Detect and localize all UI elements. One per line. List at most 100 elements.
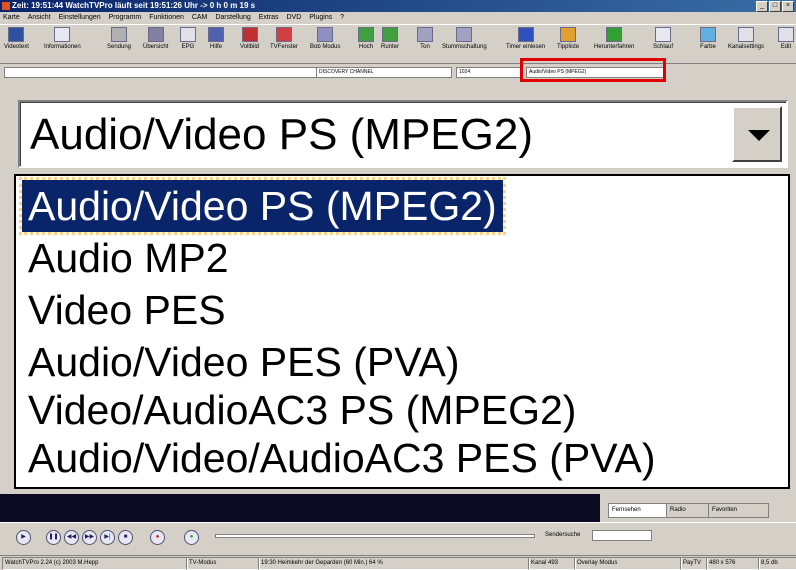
format-option-av-pes-pva[interactable]: Audio/Video PES (PVA) — [22, 336, 466, 388]
format-option-video-ac3-ps[interactable]: Video/AudioAC3 PS (MPEG2) — [22, 384, 582, 436]
epg-button[interactable]: EPG — [180, 27, 196, 50]
forward-icon[interactable]: ▶▶ — [82, 530, 97, 545]
tab-favoriten[interactable]: Favoriten — [708, 503, 769, 518]
overview-icon — [147, 27, 164, 42]
herunterfahren-button[interactable]: Herunterfahren — [594, 27, 634, 50]
fullscreen-icon — [241, 27, 258, 42]
edit-icon — [778, 27, 794, 42]
toolbar-label: Schlauf — [653, 44, 674, 50]
uebersicht-button[interactable]: Übersicht — [143, 27, 168, 50]
toolbar-label: Sendung — [107, 44, 132, 50]
format-option-av-ac3-pes-pva[interactable]: Audio/Video/AudioAC3 PES (PVA) — [22, 432, 662, 484]
timer-einlesen-button[interactable]: Timer einlesen — [506, 27, 545, 50]
bob-modus-button[interactable]: Bob Modus — [310, 27, 340, 50]
channel-settings-icon — [738, 27, 755, 42]
menu-dvd[interactable]: DVD — [287, 14, 302, 21]
toolbar-label: Ton — [420, 44, 430, 50]
highlight-frame — [520, 58, 666, 82]
playback-controls: ▶ ❚❚ ◀◀ ▶▶ ▶| ■ ● ● Sendersuche — [0, 522, 796, 550]
play-icon[interactable]: ▶ — [16, 530, 31, 545]
menu-programm[interactable]: Programm — [109, 14, 142, 21]
program-icon — [111, 27, 128, 42]
code-select[interactable]: 1024 — [456, 67, 522, 78]
status-channel: Kanal 493 — [528, 557, 576, 570]
tvfenster-button[interactable]: TVFenster — [270, 27, 298, 50]
menu-karte[interactable]: Karte — [3, 14, 20, 21]
format-options-list: Audio/Video PS (MPEG2) Audio MP2 Video P… — [14, 174, 790, 489]
format-select[interactable]: Audio/Video PS (MPEG2) — [18, 100, 788, 168]
toolbar-label: Runter — [381, 44, 400, 50]
toolbar-label: Hilfe — [209, 44, 222, 50]
toolbar-label: Informationen — [44, 44, 81, 50]
sound-icon — [417, 27, 433, 42]
sendung-button[interactable]: Sendung — [107, 27, 131, 50]
sendersuche-input[interactable] — [592, 530, 652, 541]
record-icon[interactable]: ● — [150, 530, 165, 545]
chevron-down-icon — [748, 130, 770, 141]
status-mode: TV-Modus — [186, 557, 260, 570]
stummschaltung-button[interactable]: Stummschaltung — [442, 27, 487, 50]
status-bar: WatchTVPro 2.24 (c) 2003 M.Hepp TV-Modus… — [0, 555, 796, 570]
kanalsettings-button[interactable]: Kanalsettings — [728, 27, 764, 50]
pause-icon[interactable]: ❚❚ — [46, 530, 61, 545]
window-title: Zeit: 19:51:44 WatchTVPro läuft seit 19:… — [12, 1, 256, 10]
rewind-icon[interactable]: ◀◀ — [64, 530, 79, 545]
menu-bar: Karte Ansicht Einstellungen Programm Fun… — [0, 12, 796, 23]
sendersuche-label: Sendersuche — [545, 532, 581, 538]
edit-button[interactable]: Edit — [778, 27, 794, 50]
format-select-value: Audio/Video PS (MPEG2) — [30, 110, 533, 159]
format-option-av-ps[interactable]: Audio/Video PS (MPEG2) — [19, 177, 506, 235]
tv-window-icon — [276, 27, 292, 42]
app-icon — [2, 2, 10, 10]
up-icon — [358, 27, 374, 42]
shutdown-icon — [606, 27, 623, 42]
tab-fernsehen[interactable]: Fernsehen — [608, 503, 669, 518]
mute-icon — [456, 27, 473, 42]
toolbar-label: Tippliste — [557, 44, 580, 50]
format-option-video-pes[interactable]: Video PES — [22, 284, 232, 336]
stop-icon[interactable]: ■ — [118, 530, 133, 545]
format-option-audio-mp2[interactable]: Audio MP2 — [22, 232, 235, 284]
close-button[interactable]: × — [782, 1, 794, 12]
tippliste-button[interactable]: Tippliste — [557, 27, 579, 50]
farbe-button[interactable]: Farbe — [700, 27, 716, 50]
menu-ansicht[interactable]: Ansicht — [28, 14, 51, 21]
tab-radio[interactable]: Radio — [666, 503, 711, 518]
status-program: 19:30 Heimkehr der Geparden (60 Min.) 64… — [258, 557, 530, 570]
toolbar-label: Edit — [780, 44, 792, 50]
schlauf-button[interactable]: Schlauf — [653, 27, 673, 50]
toolbar-label: Herunterfahren — [594, 44, 635, 50]
maximize-button[interactable]: □ — [769, 1, 781, 12]
videotext-button[interactable]: Videotext — [4, 27, 29, 50]
next-icon[interactable]: ▶| — [100, 530, 115, 545]
ton-button[interactable]: Ton — [417, 27, 433, 50]
video-area[interactable] — [0, 494, 600, 522]
status-version: WatchTVPro 2.24 (c) 2003 M.Hepp — [2, 557, 188, 570]
hoch-button[interactable]: Hoch — [358, 27, 374, 50]
menu-help[interactable]: ? — [340, 14, 344, 21]
timeshift-icon[interactable]: ● — [184, 530, 199, 545]
toolbar-label: Hoch — [358, 44, 373, 50]
toolbar: Videotext Informationen Sendung Übersich… — [0, 24, 796, 64]
channel-select[interactable]: DISCOVERY CHANNEL — [316, 67, 452, 78]
toolbar-label: Bob Modus — [310, 44, 341, 50]
hilfe-button[interactable]: Hilfe — [208, 27, 224, 50]
runter-button[interactable]: Runter — [381, 27, 399, 50]
menu-extras[interactable]: Extras — [259, 14, 279, 21]
menu-funktionen[interactable]: Funktionen — [149, 14, 184, 21]
list-icon — [560, 27, 577, 42]
dropdown-button[interactable] — [732, 106, 782, 162]
menu-einstellungen[interactable]: Einstellungen — [59, 14, 101, 21]
info-icon — [54, 27, 71, 42]
toolbar-label: Videotext — [4, 44, 29, 50]
menu-cam[interactable]: CAM — [192, 14, 208, 21]
seek-bar[interactable] — [215, 534, 535, 538]
menu-darstellung[interactable]: Darstellung — [215, 14, 250, 21]
menu-plugins[interactable]: Plugins — [309, 14, 332, 21]
help-icon — [208, 27, 224, 42]
vollbild-button[interactable]: Vollbild — [240, 27, 259, 50]
status-signal: 8,5 db — [758, 557, 796, 570]
informationen-button[interactable]: Informationen — [44, 27, 81, 50]
card-select[interactable] — [4, 67, 318, 78]
minimize-button[interactable]: _ — [756, 1, 768, 12]
